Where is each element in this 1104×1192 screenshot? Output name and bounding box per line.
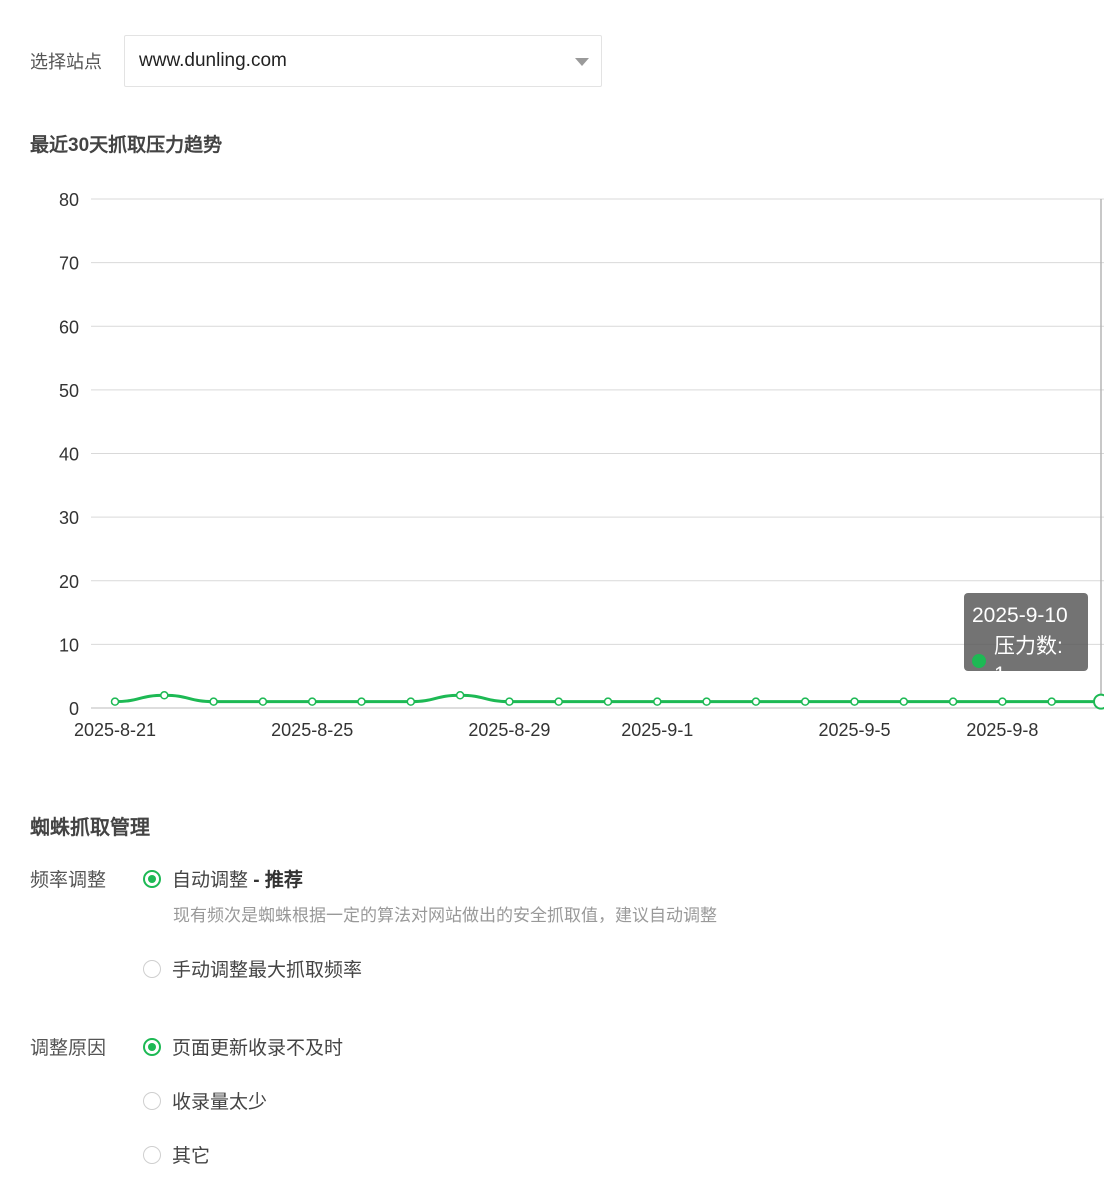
reason-label-update-slow: 页面更新收录不及时 (172, 1038, 344, 1059)
site-select-value: www.dunling.com (139, 50, 287, 71)
tooltip-series-value: 压力数: 1 (993, 635, 1063, 686)
y-tick-label: 50 (59, 381, 79, 401)
y-tick-label: 30 (59, 508, 79, 528)
x-tick-label: 2025-9-1 (621, 720, 693, 740)
radio-unchecked-icon[interactable] (143, 959, 161, 978)
tooltip-series-row: 压力数: 1 (972, 633, 1080, 689)
site-label: 选择站点 (30, 52, 102, 72)
y-tick-label: 60 (59, 317, 79, 337)
site-select[interactable]: www.dunling.com (124, 35, 602, 87)
x-tick-label: 2025-9-8 (966, 720, 1038, 740)
data-point (1047, 697, 1056, 706)
data-point (998, 697, 1007, 706)
x-tick-label: 2025-9-5 (818, 720, 890, 740)
data-point (357, 697, 366, 706)
tooltip-date: 2025-9-10 (972, 604, 1068, 627)
radio-checked-icon[interactable] (143, 1037, 161, 1056)
manual-adjust-label: 手动调整最大抓取频率 (172, 960, 363, 981)
pressure-trend-chart: 0 10 20 30 40 50 60 70 80 2025-8-21 2025-8-25 2025-… (59, 190, 1104, 740)
reason-label-index-low: 收录量太少 (172, 1092, 268, 1113)
manual-adjust-radio[interactable]: 手动调整最大抓取频率 (143, 955, 362, 982)
auto-adjust-radio[interactable]: 自动调整 - 推荐 (143, 865, 303, 892)
data-point (554, 697, 563, 706)
y-tick-label: 80 (59, 190, 79, 210)
highlight-point (1093, 693, 1104, 710)
series-dot-icon (972, 654, 986, 668)
chart-tooltip: 2025-9-10 压力数: 1 (964, 593, 1088, 686)
y-tick-label: 10 (59, 635, 79, 655)
x-tick-label: 2025-8-29 (468, 720, 550, 740)
data-point (702, 697, 711, 706)
data-point (505, 697, 514, 706)
data-point (110, 697, 120, 706)
y-tick-label: 70 (59, 254, 79, 274)
auto-adjust-label: 自动调整 - 推荐 (172, 870, 303, 891)
recommend-tag: 推荐 (264, 870, 303, 891)
spider-section-title: 蜘蛛抓取管理 (30, 817, 150, 839)
caret-down-icon[interactable] (575, 58, 589, 66)
data-point (800, 697, 810, 706)
data-point (850, 697, 859, 706)
x-tick-label: 2025-8-25 (271, 720, 353, 740)
reason-label-other: 其它 (172, 1146, 211, 1167)
y-tick-label: 40 (59, 445, 79, 465)
reason-label: 调整原因 (30, 1038, 107, 1059)
site-selector-row: 选择站点 www.dunling.com (30, 35, 602, 87)
frequency-label: 频率调整 (30, 870, 107, 891)
x-tick-label: 2025-8-21 (74, 720, 156, 740)
auto-adjust-help: 现有频次是蜘蛛根据一定的算法对网站做出的安全抓取值，建议自动调整 (173, 906, 717, 925)
reason-radio-other[interactable]: 其它 (143, 1141, 210, 1168)
y-tick-label: 20 (59, 572, 79, 592)
data-point (307, 697, 317, 706)
data-point (455, 691, 465, 700)
radio-unchecked-icon[interactable] (143, 1145, 161, 1164)
data-point (751, 697, 761, 706)
chart-title: 最近30天抓取压力趋势 (30, 135, 223, 156)
data-point (948, 697, 958, 706)
data-point (160, 691, 169, 700)
data-point (603, 697, 613, 706)
radio-checked-icon[interactable] (143, 869, 161, 888)
y-tick-label: 0 (69, 699, 79, 719)
reason-radio-update-slow[interactable]: 页面更新收录不及时 (143, 1033, 343, 1060)
data-point (209, 697, 218, 706)
reason-radio-index-low[interactable]: 收录量太少 (143, 1087, 267, 1114)
data-point (406, 697, 416, 706)
data-point (653, 697, 662, 706)
data-point (899, 697, 909, 706)
data-point (258, 697, 268, 706)
radio-unchecked-icon[interactable] (143, 1091, 161, 1110)
